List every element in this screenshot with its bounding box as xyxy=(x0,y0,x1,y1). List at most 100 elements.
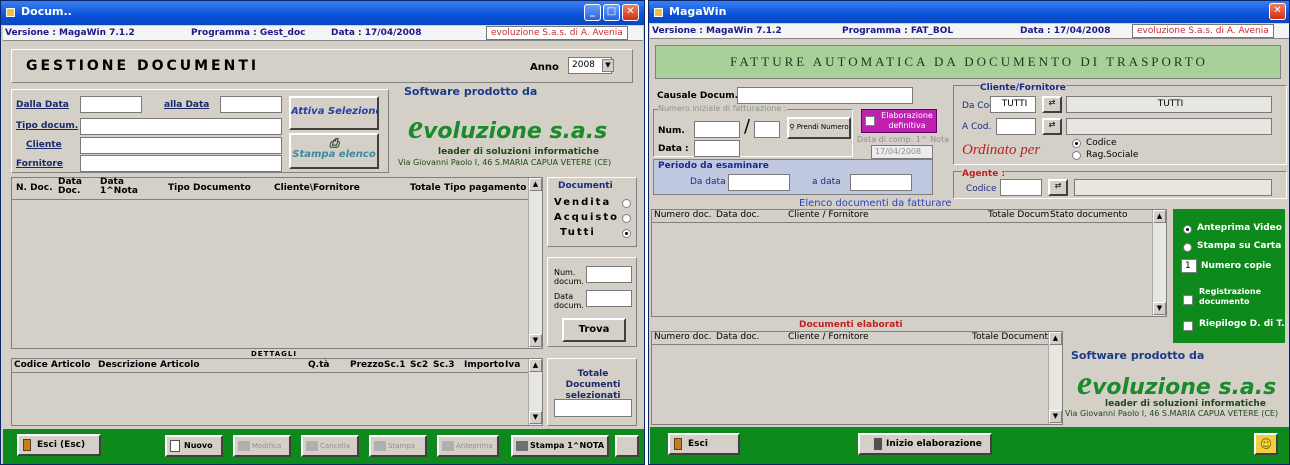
documents-grid[interactable]: N. Doc. Data Doc. Data 1^Nota Tipo Docum… xyxy=(11,177,543,349)
fatture-automatica-window: MagaWin ✕ Versione : MagaWin 7.1.2 Progr… xyxy=(648,0,1290,465)
attiva-selezione-button[interactable]: Attiva Selezione xyxy=(289,96,379,130)
elaborati-grid[interactable]: Numero doc. Data doc. Cliente / Fornitor… xyxy=(651,331,1063,425)
date-label: Data : 17/04/2008 xyxy=(1020,26,1111,36)
col-descrizione: Descrizione Articolo xyxy=(98,360,200,370)
col-cliente-fornitore: Cliente / Fornitore xyxy=(788,332,869,342)
tutti-radio[interactable] xyxy=(622,229,631,238)
nuovo-button[interactable]: Nuovo xyxy=(165,435,223,457)
elenco-scrollbar[interactable]: ▲ ▼ xyxy=(1152,210,1166,316)
data-docum-input[interactable] xyxy=(586,290,632,307)
dalla-data-input[interactable] xyxy=(80,96,142,113)
elenco-grid[interactable]: Numero doc. Data doc. Cliente / Fornitor… xyxy=(651,209,1167,317)
dettagli-grid[interactable]: Codice Articolo Descrizione Articolo Q.t… xyxy=(11,358,543,426)
scroll-up-icon[interactable]: ▲ xyxy=(1153,210,1166,223)
cliente-label: Cliente xyxy=(26,140,62,150)
col-totale: Totale xyxy=(410,183,441,193)
version-label: Versione : MagaWin 7.1.2 xyxy=(5,28,135,38)
fornitore-input[interactable] xyxy=(80,155,282,172)
esci-button[interactable]: Esci (Esc) xyxy=(17,434,101,456)
w1-titlebar[interactable]: Docum.. _ □ ✕ xyxy=(1,1,644,25)
cancella-button[interactable]: Cancella xyxy=(301,435,359,457)
a-cod-label: A Cod. xyxy=(962,122,992,132)
lookup-da-icon[interactable]: ⇄ xyxy=(1042,96,1062,113)
esci-button[interactable]: Esci xyxy=(668,433,740,455)
stampa-carta-radio[interactable] xyxy=(1183,243,1192,252)
evo-tagline: leader di soluzioni informatiche xyxy=(438,147,599,157)
da-data-label: Da data xyxy=(690,177,726,187)
evo-address: Via Giovanni Paolo I, 46 S.MARIA CAPUA V… xyxy=(398,158,612,167)
exit-door-icon xyxy=(23,438,31,451)
col-cliente-fornitore: Cliente / Fornitore xyxy=(788,210,869,220)
a-cod-input[interactable] xyxy=(996,118,1036,135)
tipo-docum-input[interactable] xyxy=(80,118,282,135)
cliente-input[interactable] xyxy=(80,137,282,154)
data-input[interactable] xyxy=(694,140,740,157)
page-title: GESTIONE DOCUMENTI xyxy=(26,58,260,74)
anteprima-video-radio[interactable] xyxy=(1183,225,1192,234)
num-input[interactable] xyxy=(694,121,740,138)
registrazione-checkbox[interactable] xyxy=(1183,295,1193,305)
scroll-up-icon[interactable]: ▲ xyxy=(529,178,542,191)
lookup-agente-icon[interactable]: ⇄ xyxy=(1048,179,1068,196)
scroll-down-icon[interactable]: ▼ xyxy=(1049,410,1062,423)
alla-data-input[interactable] xyxy=(220,96,282,113)
anteprima-button[interactable]: Anteprima xyxy=(437,435,499,457)
stampa-nota-button[interactable]: Stampa 1^NOTA xyxy=(511,435,609,457)
trova-box: Num. docum. Data docum. Trova xyxy=(547,257,637,347)
close-icon[interactable]: ✕ xyxy=(622,4,639,21)
acquisto-radio[interactable] xyxy=(622,214,631,223)
minimize-icon[interactable]: _ xyxy=(584,4,601,21)
scroll-down-icon[interactable]: ▼ xyxy=(1153,302,1166,315)
modifica-button[interactable]: Modifica xyxy=(233,435,291,457)
w2-titlebar[interactable]: MagaWin ✕ xyxy=(649,1,1289,23)
w1-header-panel: GESTIONE DOCUMENTI Anno 2008 ▼ xyxy=(11,49,633,83)
extra-button[interactable] xyxy=(615,435,639,457)
scroll-down-icon[interactable]: ▼ xyxy=(529,411,542,424)
da-data-input[interactable] xyxy=(728,174,790,191)
dettagli-scrollbar[interactable]: ▲ ▼ xyxy=(528,359,542,425)
scroll-up-icon[interactable]: ▲ xyxy=(1049,332,1062,345)
close-icon[interactable]: ✕ xyxy=(1269,3,1286,20)
scroll-up-icon[interactable]: ▲ xyxy=(529,359,542,372)
vendita-radio[interactable] xyxy=(622,199,631,208)
scroll-down-icon[interactable]: ▼ xyxy=(529,334,542,347)
stampa-elenco-button[interactable]: ⎙ Stampa elenco xyxy=(289,133,379,169)
totale-documenti-value xyxy=(554,399,632,417)
chevron-down-icon[interactable]: ▼ xyxy=(602,59,614,72)
numero-copie-input[interactable]: 1 xyxy=(1181,259,1197,273)
program-label: Programma : Gest_doc xyxy=(191,28,306,38)
inizio-elaborazione-button[interactable]: Inizio elaborazione xyxy=(858,433,992,455)
evoluzione-logo: evoluzione s.a.s xyxy=(408,109,608,146)
da-cod-input[interactable]: TUTTI xyxy=(990,96,1036,113)
stampa-button[interactable]: Stampa xyxy=(369,435,427,457)
maximize-icon[interactable]: □ xyxy=(603,4,620,21)
elenco-grid-header: Numero doc. Data doc. Cliente / Fornitor… xyxy=(652,210,1152,223)
documents-grid-scrollbar[interactable]: ▲ ▼ xyxy=(528,178,542,348)
causale-input[interactable] xyxy=(737,87,913,104)
a-data-input[interactable] xyxy=(850,174,912,191)
w2-bottom-bar: Esci Inizio elaborazione ☺ xyxy=(650,427,1289,464)
preview-icon xyxy=(442,441,454,451)
col-prezzo: Prezzo xyxy=(350,360,384,370)
num-suffix-input[interactable] xyxy=(754,121,780,138)
data-comp-input[interactable]: 17/04/2008 xyxy=(871,145,933,159)
elaborati-scrollbar[interactable]: ▲ ▼ xyxy=(1048,332,1062,424)
num-docum-input[interactable] xyxy=(586,266,632,283)
data-label: Data : xyxy=(658,144,689,154)
elaborazione-definitiva-box[interactable]: Elaborazione definitiva xyxy=(861,109,937,133)
riepilogo-checkbox[interactable] xyxy=(1183,321,1193,331)
brand-label: evoluzione S.a.s. di A. Avenia xyxy=(1132,24,1274,38)
documents-grid-header: N. Doc. Data Doc. Data 1^Nota Tipo Docum… xyxy=(12,178,528,200)
col-sc3: Sc.3 xyxy=(433,360,455,370)
rag-sociale-radio[interactable] xyxy=(1072,151,1081,160)
smiley-icon[interactable]: ☺ xyxy=(1254,433,1278,455)
a-data-label: a data xyxy=(812,177,841,187)
w1-bottom-bar: Esci (Esc) Nuovo Modifica Cancella Stamp… xyxy=(3,429,644,464)
codice-radio[interactable] xyxy=(1072,139,1081,148)
trova-button[interactable]: Trova xyxy=(562,318,626,342)
elaborazione-checkbox[interactable] xyxy=(865,116,875,126)
prendi-numero-button[interactable]: ⚲ Prendi Numero xyxy=(787,117,851,139)
lookup-a-icon[interactable]: ⇄ xyxy=(1042,118,1062,135)
agente-codice-input[interactable] xyxy=(1000,179,1042,196)
w1-version-bar: Versione : MagaWin 7.1.2 Programma : Ges… xyxy=(3,26,643,41)
